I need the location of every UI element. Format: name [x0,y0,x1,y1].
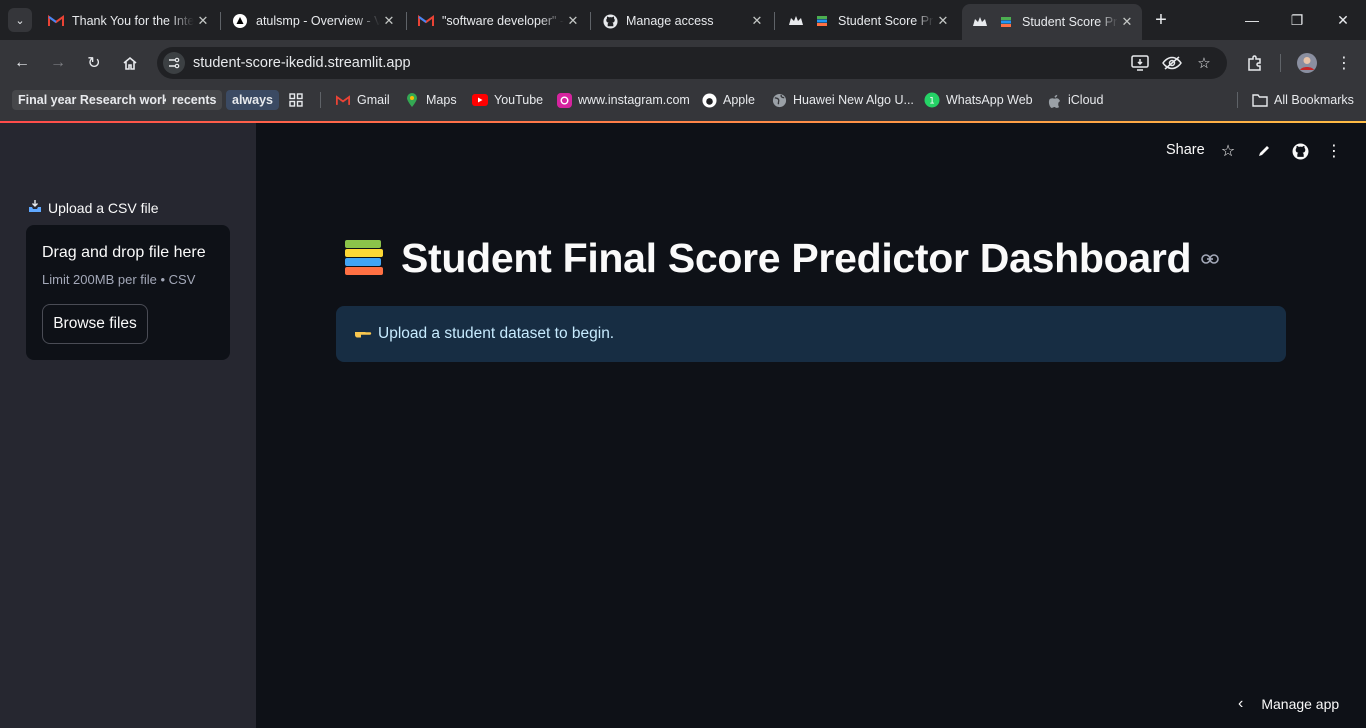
whatsapp-icon: 1 [924,92,940,108]
bookmark-apple[interactable]: Apple [701,90,755,110]
bookmark-recents[interactable]: recents [166,90,223,110]
tab-separator [590,12,591,30]
gmail-icon [335,92,351,108]
tab-separator [774,12,775,30]
close-tab-icon[interactable]: ✕ [380,13,398,29]
browse-files-button[interactable]: Browse files [42,304,148,344]
bookmark-separator [320,92,321,108]
main-menu-icon[interactable]: ⋮ [1323,141,1345,161]
tab-gmail-search[interactable]: "software developer" - Gmail ✕ [408,6,588,36]
tab-search-button[interactable]: ⌄ [8,8,32,32]
tracking-protection-icon[interactable] [1161,53,1183,73]
github-icon [602,13,618,29]
tab-vercel[interactable]: atulsmp - Overview - Vercel ✕ [222,6,404,36]
tab-student-score-1[interactable]: Student Score Predictor ✕ [778,6,958,36]
dropzone-title: Drag and drop file here [42,244,206,261]
tab-strip: ⌄ Thank You for the Interview ✕ atulsmp … [0,0,1366,40]
svg-text:1: 1 [929,97,935,107]
new-tab-button[interactable]: + [1150,8,1172,32]
books-icon [341,236,387,282]
close-tab-icon[interactable]: ✕ [564,13,582,29]
file-dropzone[interactable]: Drag and drop file here Limit 200MB per … [26,225,230,360]
pointing-hand-icon [354,326,372,342]
browser-chrome: ⌄ Thank You for the Interview ✕ atulsmp … [0,0,1366,123]
bookmark-final-year-research[interactable]: Final year Research work [12,90,175,110]
bookmark-separator [1237,92,1238,108]
bookmark-huawei[interactable]: Huawei New Algo U... [771,90,914,110]
bookmark-whatsapp[interactable]: 1 WhatsApp Web [924,90,1033,110]
chevron-left-icon: ‹ [1238,695,1244,712]
profile-avatar[interactable] [1295,51,1319,75]
url-text[interactable]: student-score-ikedid.streamlit.app [193,55,411,71]
share-button[interactable]: Share [1166,142,1205,158]
tab-gmail-thankyou[interactable]: Thank You for the Interview ✕ [38,6,218,36]
toolbar-separator [1280,54,1281,72]
streamlit-icon [972,14,988,30]
github-icon[interactable] [1289,141,1311,161]
bookmark-always[interactable]: always [226,90,280,110]
upload-label: Upload a CSV file [28,200,159,216]
page-title-row: Student Final Score Predictor Dashboard [341,235,1220,282]
minimize-icon[interactable]: — [1240,8,1264,32]
link-anchor-icon[interactable] [1201,248,1220,269]
forward-icon[interactable]: → [46,51,70,75]
bookmark-gmail[interactable]: Gmail [335,90,390,110]
folder-icon [1252,92,1268,108]
inbox-tray-icon [28,200,42,216]
sidebar: Upload a CSV file Drag and drop file her… [0,123,256,728]
page-title: Student Final Score Predictor Dashboard [401,235,1192,281]
bookmark-youtube[interactable]: YouTube [472,90,543,110]
address-bar[interactable]: student-score-ikedid.streamlit.app ☆ [157,47,1227,79]
chrome-menu-icon[interactable]: ⋮ [1332,51,1356,75]
apps-grid-icon[interactable] [288,90,304,110]
close-tab-icon[interactable]: ✕ [1118,14,1136,30]
close-window-icon[interactable]: ✕ [1331,8,1355,32]
reload-icon[interactable]: ↻ [82,51,106,75]
close-tab-icon[interactable]: ✕ [934,13,952,29]
bookmark-star-icon[interactable]: ☆ [1193,53,1215,73]
apple-icon [1046,92,1062,108]
youtube-icon [472,92,488,108]
main-content: Share ☆ ⋮ Student Final Score Predictor … [256,123,1366,728]
tab-github-manage-access[interactable]: Manage access ✕ [592,6,772,36]
home-icon[interactable] [118,51,142,75]
maps-pin-icon [404,92,420,108]
close-tab-icon[interactable]: ✕ [194,13,212,29]
gmail-icon [48,13,64,29]
site-info-icon[interactable] [163,52,185,74]
apple-icon [701,92,717,108]
back-icon[interactable]: ← [10,51,34,75]
vercel-icon [232,13,248,29]
extensions-icon[interactable] [1243,51,1267,75]
bookmark-icloud[interactable]: iCloud [1046,90,1103,110]
bookmark-instagram[interactable]: www.instagram.com [556,90,690,110]
gmail-icon [418,13,434,29]
edit-pencil-icon[interactable] [1253,141,1275,161]
install-app-icon[interactable] [1129,53,1151,73]
manage-app-button[interactable]: ‹ Manage app [1238,695,1339,713]
bookmark-maps[interactable]: Maps [404,90,457,110]
bookmarks-bar: Final year Research work recents always … [0,86,1366,114]
info-alert: Upload a student dataset to begin. [336,306,1286,362]
globe-icon [771,92,787,108]
tab-separator [220,12,221,30]
tab-student-score-active[interactable]: Student Score Predictor ✕ [962,4,1142,40]
close-tab-icon[interactable]: ✕ [748,13,766,29]
star-icon[interactable]: ☆ [1217,141,1239,161]
info-message: Upload a student dataset to begin. [378,325,615,342]
instagram-icon [556,92,572,108]
restore-icon[interactable]: ❐ [1285,8,1309,32]
streamlit-icon [788,13,804,29]
bookmark-all-bookmarks[interactable]: All Bookmarks [1252,90,1354,110]
dropzone-limit: Limit 200MB per file • CSV [42,272,196,287]
books-icon [814,13,830,29]
tab-separator [406,12,407,30]
books-icon [998,14,1014,30]
